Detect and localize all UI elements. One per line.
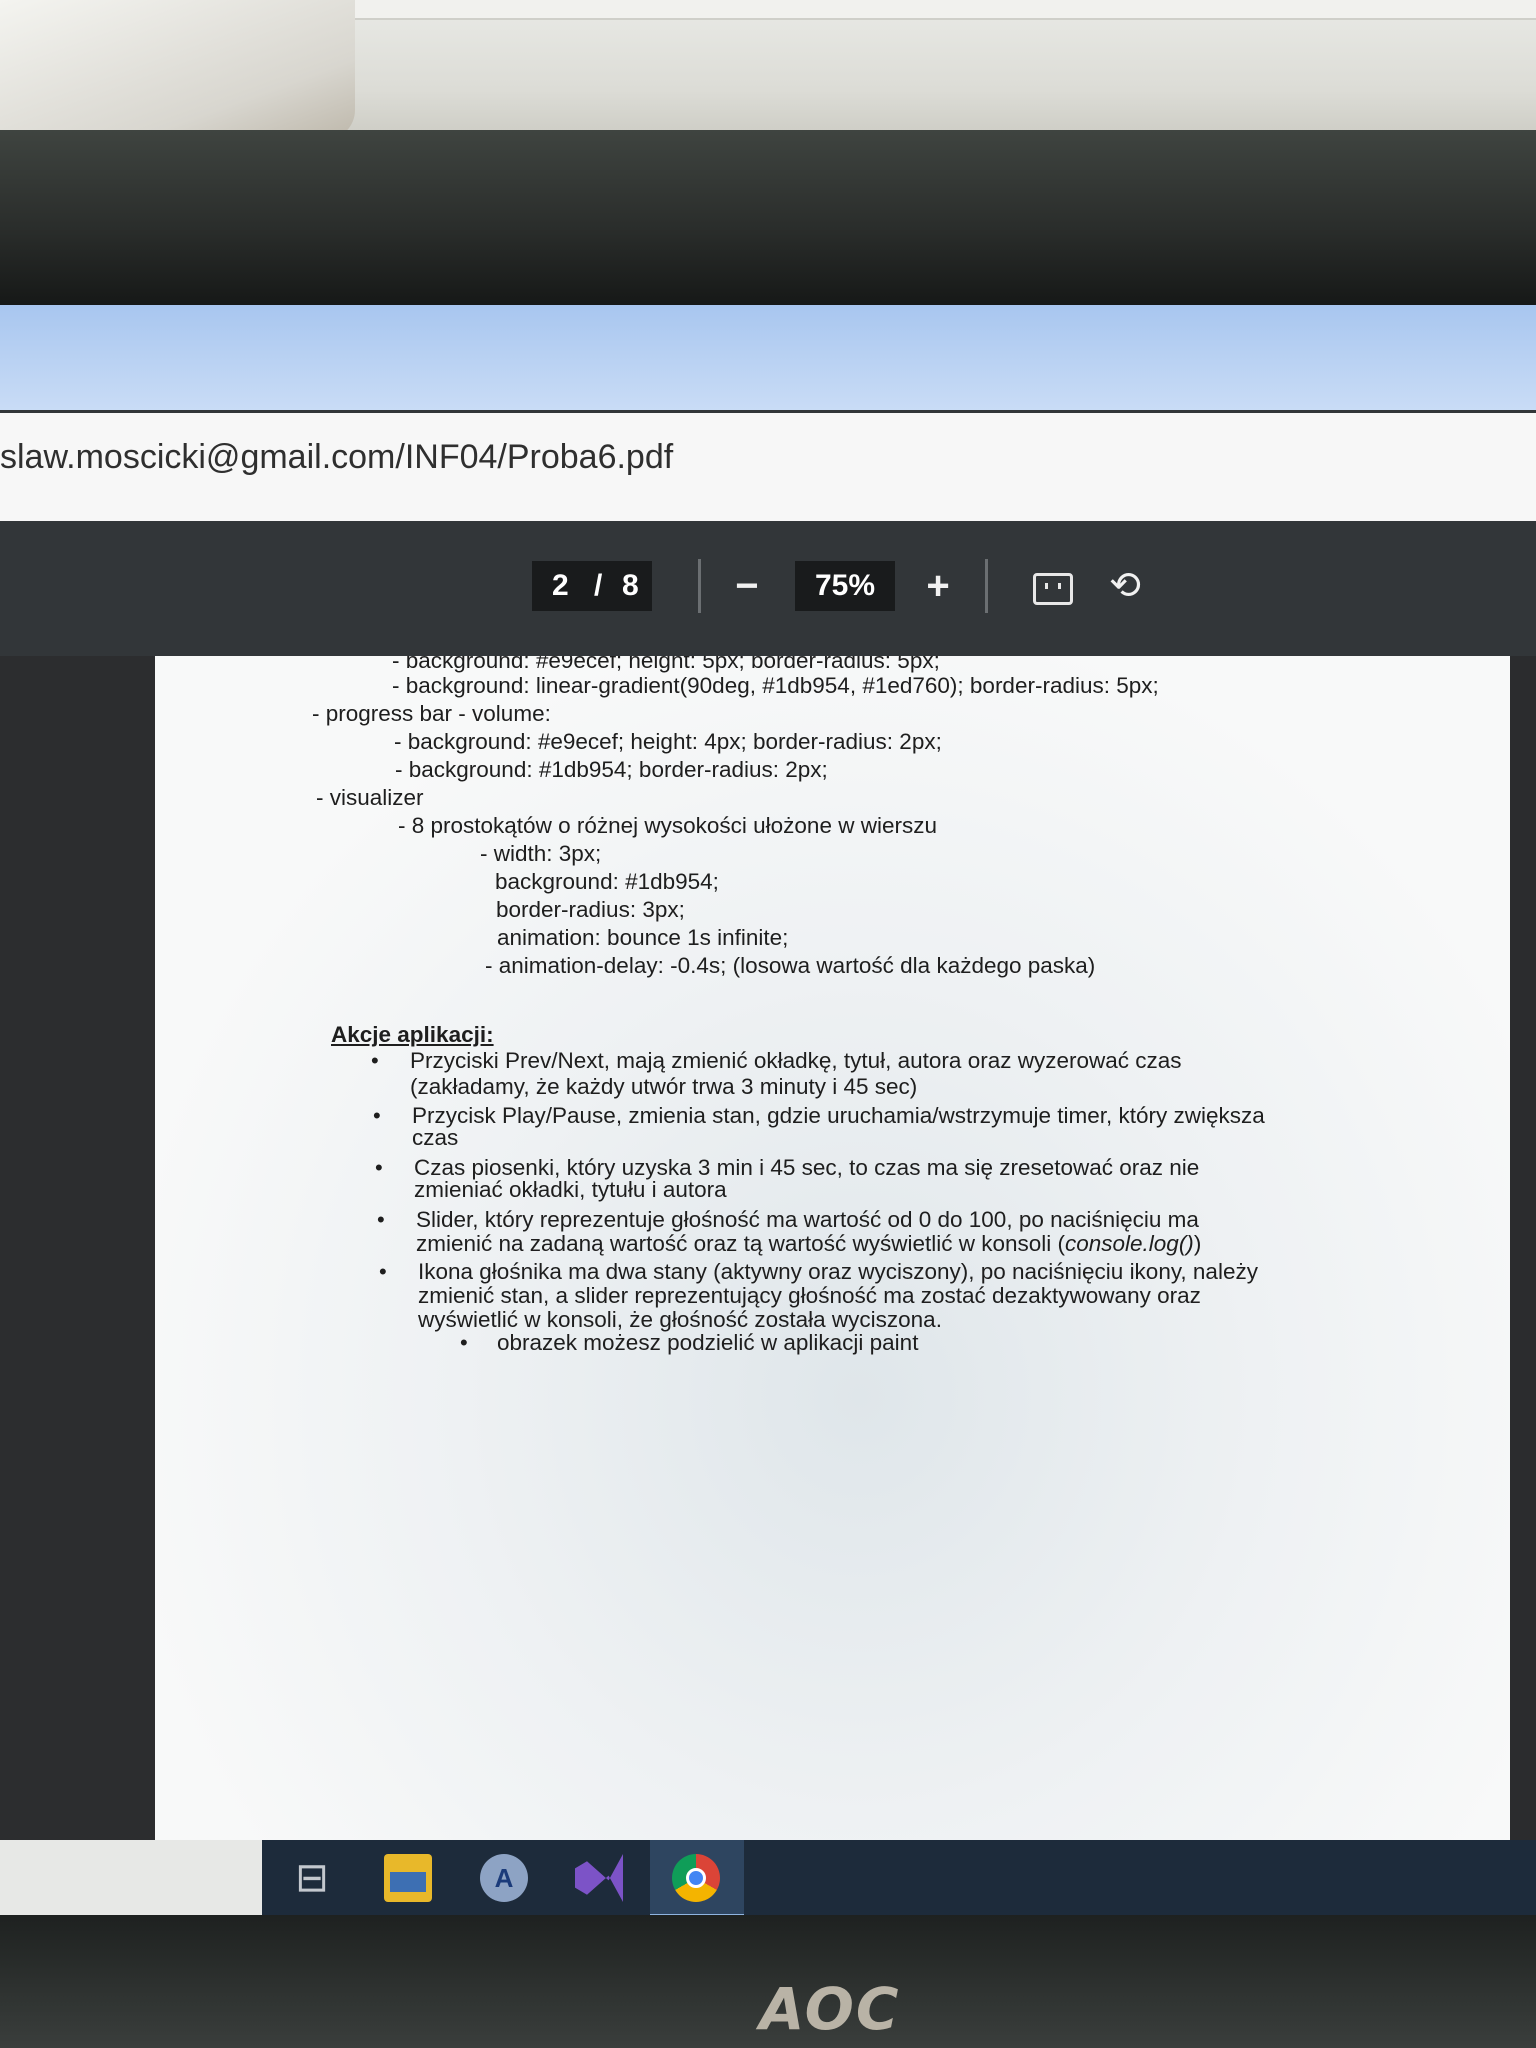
toolbar-divider xyxy=(985,559,988,613)
section-heading: Akcje aplikacji: xyxy=(331,1022,494,1047)
doc-line: - progress bar - volume: xyxy=(312,701,551,726)
fit-to-page-icon[interactable] xyxy=(1033,573,1073,605)
zoom-out-button[interactable]: − xyxy=(722,561,772,611)
background-stripe xyxy=(355,0,1536,20)
pdf-toolbar: 2 / 8 − 75% + ⟲ xyxy=(0,521,1536,656)
url-text[interactable]: slaw.moscicki@gmail.com/INF04/Proba6.pdf xyxy=(0,438,673,477)
pdf-viewer: - background: #e9ecef; height: 5px; bord… xyxy=(0,656,1536,1917)
doc-line: border-radius: 3px; xyxy=(496,897,685,922)
toolbar-divider xyxy=(698,559,701,613)
bullet-marker: • xyxy=(460,1330,468,1355)
doc-line: - width: 3px; xyxy=(480,841,602,866)
zoom-level-input[interactable]: 75% xyxy=(795,561,895,611)
doc-line: - animation-delay: -0.4s; (losowa wartoś… xyxy=(485,953,1096,978)
code-text: console.log() xyxy=(1064,1231,1194,1256)
chrome-icon[interactable] xyxy=(672,1854,720,1902)
bullet-marker: • xyxy=(375,1155,383,1180)
doc-line: animation: bounce 1s infinite; xyxy=(497,925,789,950)
taskbar: ⊟ xyxy=(0,1840,1536,1917)
doc-line: background: #1db954; xyxy=(495,869,719,894)
monitor-brand-logo: AOC xyxy=(759,1975,901,2043)
file-explorer-icon[interactable] xyxy=(384,1854,432,1902)
bullet-marker: • xyxy=(373,1103,381,1128)
doc-line: - visualizer xyxy=(316,785,424,810)
doc-line: Przycisk Play/Pause, zmienia stan, gdzie… xyxy=(412,1103,1265,1128)
doc-line: Przyciski Prev/Next, mają zmienić okładk… xyxy=(410,1048,1182,1073)
bullet-marker: • xyxy=(371,1048,379,1073)
doc-line: - background: #e9ecef; height: 4px; bord… xyxy=(394,729,942,754)
doc-line: - background: linear-gradient(90deg, #1d… xyxy=(392,673,1159,698)
store-icon[interactable] xyxy=(480,1854,528,1902)
doc-text: zmienić na zadaną wartość oraz tą wartoś… xyxy=(416,1231,1065,1256)
background-object xyxy=(0,0,355,140)
doc-line: zmienić stan, a slider reprezentujący gł… xyxy=(418,1283,1201,1308)
visual-studio-icon[interactable] xyxy=(575,1854,623,1902)
page-separator: / xyxy=(594,569,603,602)
doc-line: (zakładamy, że każdy utwór trwa 3 minuty… xyxy=(410,1074,918,1099)
viewer-margin xyxy=(0,656,155,1851)
doc-line: - background: #e9ecef; height: 5px; bord… xyxy=(392,656,940,673)
bullet-marker: • xyxy=(379,1259,387,1284)
page-current-input[interactable]: 2 xyxy=(552,561,569,611)
taskbar-search-area[interactable] xyxy=(0,1840,262,1917)
doc-line: obrazek możesz podzielić w aplikacji pai… xyxy=(497,1330,919,1355)
address-bar[interactable]: slaw.moscicki@gmail.com/INF04/Proba6.pdf xyxy=(0,413,1536,522)
doc-line: Slider, który reprezentuje głośność ma w… xyxy=(416,1207,1199,1232)
browser-tab-strip xyxy=(0,305,1536,410)
page-indicator: 2 / 8 xyxy=(532,561,652,611)
monitor-bezel-top xyxy=(0,130,1536,310)
monitor-screen: slaw.moscicki@gmail.com/INF04/Proba6.pdf… xyxy=(0,305,1536,1917)
task-view-icon[interactable]: ⊟ xyxy=(288,1854,336,1902)
bullet-marker: • xyxy=(377,1207,385,1232)
page-total: 8 xyxy=(622,569,639,602)
doc-line: - 8 prostokątów o różnej wysokości ułożo… xyxy=(398,813,937,838)
doc-line: zmieniać okładki, tytułu i autora xyxy=(414,1177,727,1202)
doc-text: ) xyxy=(1193,1231,1202,1256)
rotate-icon[interactable]: ⟲ xyxy=(1105,566,1145,606)
doc-line: Ikona głośnika ma dwa stany (aktywny ora… xyxy=(418,1259,1258,1284)
zoom-in-button[interactable]: + xyxy=(913,561,963,611)
doc-line: - background: #1db954; border-radius: 2p… xyxy=(395,757,828,782)
pdf-page: - background: #e9ecef; height: 5px; bord… xyxy=(155,656,1510,1851)
doc-line: zmienić na zadaną wartość oraz tą wartoś… xyxy=(416,1231,1201,1257)
doc-line: czas xyxy=(412,1125,459,1150)
